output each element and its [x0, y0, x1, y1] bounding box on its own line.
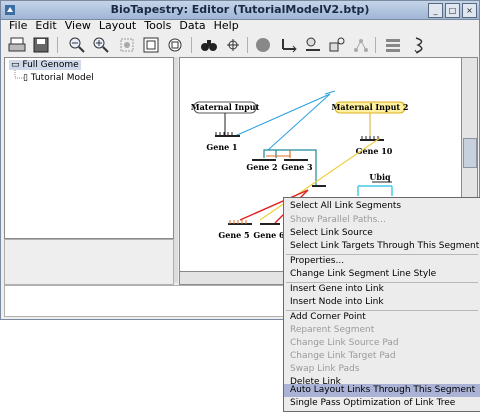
- ubiq-label: Ubiq: [369, 172, 391, 182]
- add-gene-icon[interactable]: [253, 35, 273, 55]
- menu-item-insert-gene[interactable]: Insert Gene into Link: [284, 283, 480, 296]
- menu-item-select-link-targets[interactable]: Select Link Targets Through This Segment: [284, 240, 480, 253]
- add-region-icon[interactable]: [327, 35, 347, 55]
- menu-item-single-pass-optimization[interactable]: Single Pass Optimization of Link Tree: [284, 397, 480, 410]
- binoculars-icon[interactable]: [199, 35, 219, 55]
- tree-root-label: Full Genome: [22, 60, 79, 70]
- layout-icon[interactable]: [383, 35, 403, 55]
- menu-bar: File Edit View Layout Tools Data Help: [1, 19, 480, 33]
- tree-root-full-genome[interactable]: ▭ Full Genome: [9, 60, 81, 70]
- toolbar: [1, 33, 479, 55]
- add-link-icon[interactable]: [279, 35, 299, 55]
- propagate-icon[interactable]: [351, 35, 371, 55]
- gene-5-label: Gene 5: [218, 230, 249, 240]
- zoom-out-icon[interactable]: [67, 35, 87, 55]
- menu-tools[interactable]: Tools: [140, 19, 175, 33]
- menu-edit[interactable]: Edit: [31, 19, 60, 33]
- menu-data[interactable]: Data: [175, 19, 209, 33]
- menu-layout[interactable]: Layout: [95, 19, 140, 33]
- squiggle-icon[interactable]: [411, 35, 431, 55]
- minimize-button[interactable]: _: [428, 3, 443, 18]
- zoom-to-model-icon[interactable]: [141, 35, 161, 55]
- model-tree-panel: ▭ Full Genome ▯ Tutorial Model: [4, 57, 174, 239]
- zoom-to-current-icon[interactable]: [165, 35, 185, 55]
- gene-6-label: Gene 6: [253, 230, 285, 240]
- menu-item-insert-node[interactable]: Insert Node into Link: [284, 296, 480, 309]
- save-icon[interactable]: [31, 35, 51, 55]
- zoom-in-icon[interactable]: [91, 35, 111, 55]
- menu-item-reparent-segment[interactable]: Reparent Segment: [284, 324, 480, 337]
- gene-1-label: Gene 1: [206, 142, 237, 152]
- menu-view[interactable]: View: [61, 19, 95, 33]
- menu-item-change-line-style[interactable]: Change Link Segment Line Style: [284, 268, 480, 281]
- menu-item-swap-link-pads[interactable]: Swap Link Pads: [284, 363, 480, 376]
- menu-file[interactable]: File: [5, 19, 31, 33]
- menu-item-auto-layout-links[interactable]: Auto Layout Links Through This Segment: [284, 384, 480, 397]
- menu-item-change-source-pad[interactable]: Change Link Source Pad: [284, 337, 480, 350]
- menu-help[interactable]: Help: [210, 19, 243, 33]
- left-lower-panel: [4, 239, 174, 285]
- gene-3-label: Gene 3: [281, 162, 313, 172]
- menu-item-properties[interactable]: Properties...: [284, 255, 480, 268]
- title-bar[interactable]: BioTapestry: Editor (TutorialModelV2.btp…: [1, 1, 479, 20]
- maternal-input-2-label: Maternal Input 2: [332, 102, 409, 112]
- crosshair-icon[interactable]: [223, 35, 243, 55]
- menu-item-add-corner-point[interactable]: Add Corner Point: [284, 311, 480, 324]
- menu-item-select-link-source[interactable]: Select Link Source: [284, 227, 480, 240]
- window-title: BioTapestry: Editor (TutorialModelV2.btp…: [110, 3, 370, 16]
- menu-item-show-parallel-paths[interactable]: Show Parallel Paths...: [284, 214, 480, 227]
- gene-2-label: Gene 2: [246, 162, 277, 172]
- menu-item-change-target-pad[interactable]: Change Link Target Pad: [284, 350, 480, 363]
- tree-item-tutorial-model[interactable]: ▯ Tutorial Model: [23, 73, 94, 83]
- menu-item-select-all-link-segments[interactable]: Select All Link Segments: [284, 200, 480, 213]
- link-context-menu: Select All Link Segments Show Parallel P…: [283, 197, 480, 412]
- close-button[interactable]: ×: [462, 3, 477, 18]
- zoom-selected-icon[interactable]: [117, 35, 137, 55]
- maternal-input-label: Maternal Input: [191, 102, 260, 112]
- folder-icon: ▭: [11, 60, 20, 70]
- add-node-icon[interactable]: [303, 35, 323, 55]
- split-pane-divider[interactable]: [174, 57, 178, 283]
- print-icon[interactable]: [7, 35, 27, 55]
- maximize-button[interactable]: □: [445, 3, 460, 18]
- tree-item-label: Tutorial Model: [30, 73, 94, 83]
- vertical-scroll-thumb[interactable]: [463, 138, 477, 168]
- document-icon: ▯: [23, 73, 28, 83]
